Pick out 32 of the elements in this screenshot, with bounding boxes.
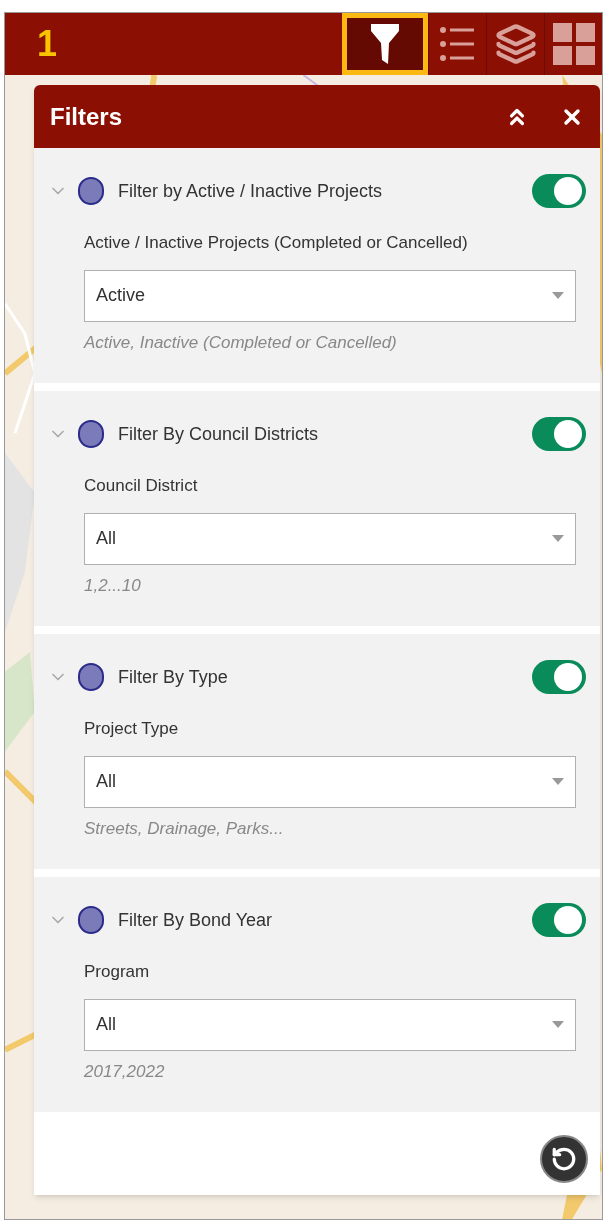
filter-title: Filter By Bond Year — [118, 908, 274, 932]
reset-icon — [551, 1146, 577, 1172]
field-label: Council District — [84, 475, 199, 497]
toggle-switch[interactable] — [532, 903, 586, 937]
field-label: Program — [84, 961, 151, 983]
reset-button[interactable] — [540, 1135, 588, 1183]
field-label: Project Type — [84, 718, 180, 740]
list-icon — [439, 24, 476, 64]
dropdown-select[interactable]: Active — [84, 269, 576, 322]
dropdown-caret-icon — [552, 778, 564, 785]
dropdown-caret-icon — [552, 292, 564, 299]
dropdown-caret-icon — [552, 1021, 564, 1028]
dropdown-select[interactable]: All — [84, 512, 576, 565]
field-hint: Streets, Drainage, Parks... — [84, 817, 285, 840]
filter-title: Filter By Council Districts — [118, 422, 320, 446]
dropdown-select[interactable]: All — [84, 998, 576, 1051]
grid-icon — [552, 23, 595, 65]
panel-title: Filters — [50, 101, 124, 132]
dropdown-caret-icon — [552, 535, 564, 542]
layers-icon — [494, 23, 537, 65]
filter-title: Filter by Active / Inactive Projects — [118, 179, 384, 203]
field-label: Active / Inactive Projects (Completed or Cancelled) — [84, 232, 469, 254]
toggle-switch[interactable] — [532, 660, 586, 694]
toggle-switch[interactable] — [532, 174, 586, 208]
toggle-switch[interactable] — [532, 417, 586, 451]
step-number: 1 — [37, 22, 58, 66]
field-hint: 1,2...10 — [84, 574, 142, 597]
dropdown-select[interactable]: All — [84, 755, 576, 808]
filter-title: Filter By Type — [118, 665, 229, 689]
field-hint: 2017,2022 — [84, 1060, 166, 1083]
filter-icon — [370, 23, 400, 65]
field-hint: Active, Inactive (Completed or Cancelled) — [84, 331, 398, 354]
